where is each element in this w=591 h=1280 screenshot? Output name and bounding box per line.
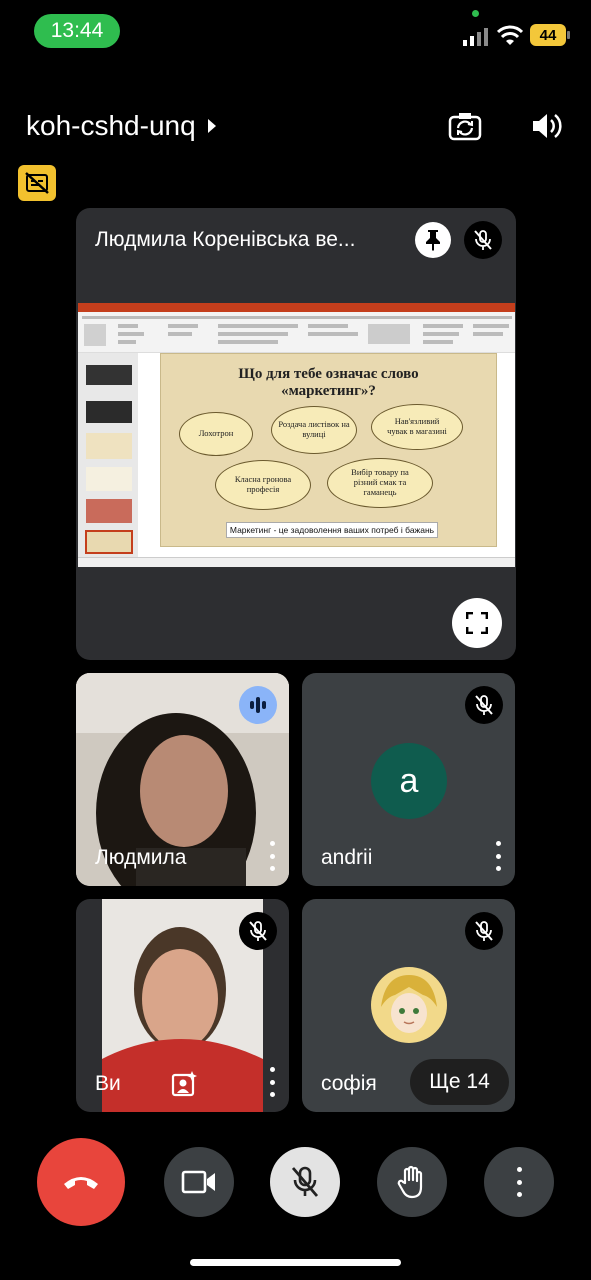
mic-off-badge: [465, 686, 503, 724]
mic-off-icon: [474, 230, 492, 250]
participant-name: Ви: [95, 1072, 121, 1095]
participant-tile[interactable]: Людмила: [76, 673, 289, 886]
signal-icon: [462, 28, 490, 46]
chevron-right-icon: [207, 119, 216, 133]
mic-off-badge: [464, 221, 502, 259]
avatar: a: [371, 743, 447, 819]
home-indicator[interactable]: [190, 1259, 401, 1266]
more-vert-icon: [514, 1167, 524, 1197]
no-captions-icon[interactable]: [18, 165, 56, 201]
camera-toggle-button[interactable]: [164, 1147, 234, 1217]
more-options-icon[interactable]: [267, 841, 277, 871]
raise-hand-button[interactable]: [377, 1147, 447, 1217]
participant-name: Людмила: [95, 846, 187, 869]
speaking-indicator: [239, 686, 277, 724]
mic-off-icon: [249, 921, 267, 941]
more-options-icon[interactable]: [493, 841, 503, 871]
meeting-info-button[interactable]: koh-cshd-unq: [26, 110, 218, 142]
more-options-icon[interactable]: [267, 1067, 277, 1097]
switch-camera-icon[interactable]: [446, 108, 484, 144]
avatar: [371, 967, 447, 1043]
battery-indicator: 44: [530, 24, 566, 46]
speaker-icon[interactable]: [530, 110, 564, 142]
slide-oval: Класна гронова професія: [215, 460, 311, 510]
slide-canvas: Що для тебе означає слово «маркетинг»? Л…: [160, 353, 497, 547]
participant-tile[interactable]: софія Ще 14: [302, 899, 515, 1112]
self-tile[interactable]: Ви: [76, 899, 289, 1112]
video-camera-icon: [181, 1170, 215, 1194]
status-time: 13:44: [34, 14, 120, 48]
avatar-initial: a: [399, 761, 419, 800]
participant-name: софія: [321, 1072, 377, 1095]
powerpoint-statusbar: [78, 557, 515, 567]
microphone-toggle-button[interactable]: [270, 1147, 340, 1217]
hand-icon: [397, 1165, 423, 1199]
pin-icon: [426, 230, 440, 251]
fullscreen-icon: [466, 612, 488, 634]
powerpoint-ribbon: [78, 312, 515, 353]
end-call-button[interactable]: [37, 1138, 125, 1226]
wifi-icon: [496, 25, 524, 47]
phone-hangup-icon: [64, 1177, 98, 1189]
more-options-button[interactable]: [484, 1147, 554, 1217]
slide-title: Що для тебе означає слово «маркетинг»?: [238, 366, 419, 399]
slide-thumbnails: [78, 353, 138, 557]
mic-off-icon: [475, 921, 493, 941]
mic-off-badge: [465, 912, 503, 950]
meeting-code: koh-cshd-unq: [26, 110, 196, 141]
battery-cap: [567, 31, 570, 39]
audio-level-icon: [250, 697, 266, 713]
participant-name: andrii: [321, 846, 373, 869]
powerpoint-titlebar: [78, 303, 515, 312]
presenter-title: Людмила Коренівська ве...: [95, 228, 356, 251]
slide-oval: Роздача листівок на вулиці: [271, 406, 357, 454]
visual-effects-button[interactable]: [170, 1070, 198, 1098]
mic-off-icon: [475, 695, 493, 715]
participant-tile[interactable]: a andrii: [302, 673, 515, 886]
camera-in-use-dot: [472, 10, 479, 17]
slide-oval: Лохотрон: [179, 412, 253, 456]
slide-oval: Нав'язливий чувак в магазині: [371, 404, 463, 450]
shared-screen: Що для тебе означає слово «маркетинг»? Л…: [78, 303, 515, 567]
fullscreen-button[interactable]: [452, 598, 502, 648]
mic-off-badge: [239, 912, 277, 950]
slide-oval: Вибір товару па різний смак та гаманець: [327, 458, 433, 508]
pin-button[interactable]: [415, 222, 451, 258]
more-participants-button[interactable]: Ще 14: [410, 1059, 509, 1105]
mic-off-icon: [291, 1166, 319, 1197]
visual-effects-icon: [171, 1071, 197, 1097]
slide-footer: Маркетинг - це задоволення ваших потреб …: [226, 522, 438, 538]
